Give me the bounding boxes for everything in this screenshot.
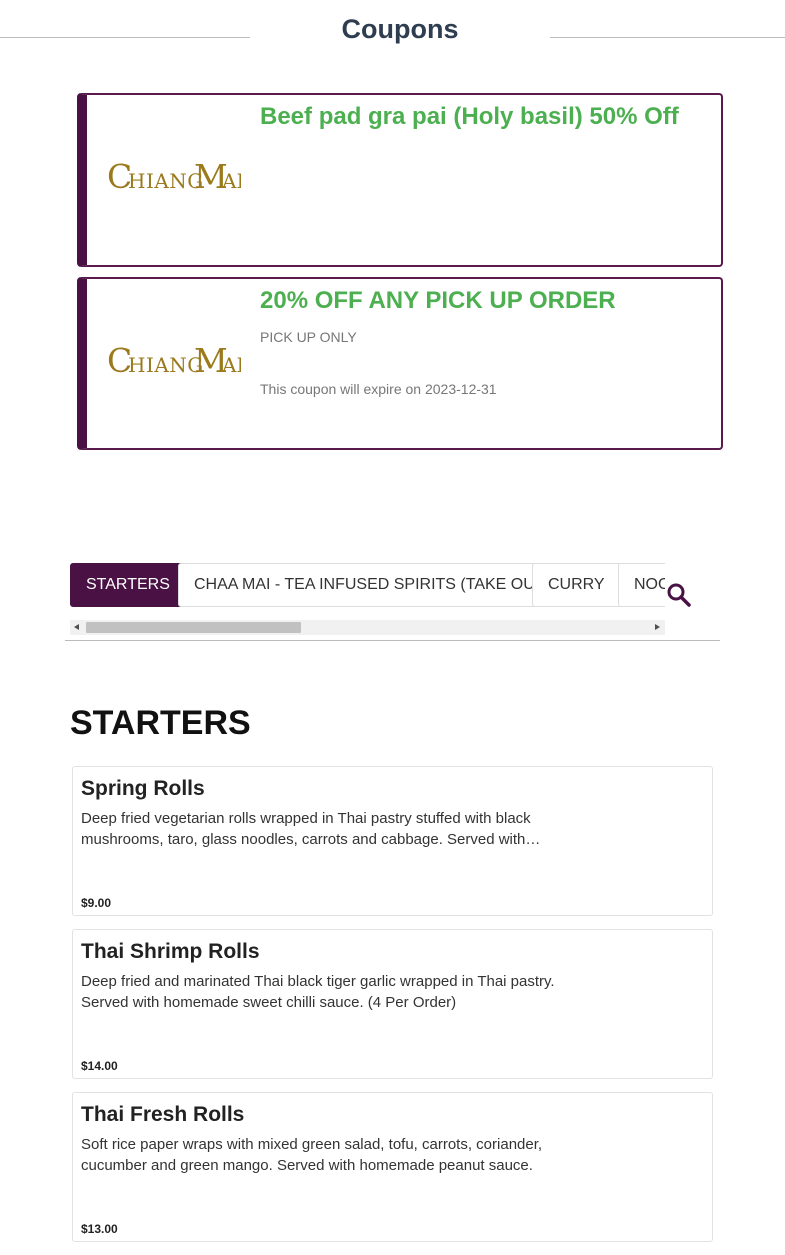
svg-text:AI: AI xyxy=(221,353,241,377)
header-divider-left xyxy=(0,37,250,38)
coupon-expiry: This coupon will expire on 2023-12-31 xyxy=(260,381,497,397)
item-name: Thai Fresh Rolls xyxy=(81,1103,245,1126)
tab-starters[interactable]: STARTERS xyxy=(70,563,186,607)
coupon-title: 20% OFF ANY PICK UP ORDER xyxy=(260,287,616,314)
svg-text:HIANG: HIANG xyxy=(128,353,204,377)
menu-item[interactable]: Spring Rolls Deep fried vegetarian rolls… xyxy=(72,766,713,916)
item-price: $14.00 xyxy=(81,1059,118,1073)
item-description: Deep fried vegetarian rolls wrapped in T… xyxy=(81,810,531,848)
chiang-mai-logo: C HIANG M AI xyxy=(107,159,241,195)
item-price: $9.00 xyxy=(81,896,112,910)
category-tabs: STARTERS CHAA MAI - TEA INFUSED SPIRITS … xyxy=(70,563,665,609)
section-title: STARTERS xyxy=(70,704,251,742)
coupon-card[interactable]: C HIANG M AI 20% OFF ANY PICK UP ORDER P… xyxy=(77,277,723,450)
tabs-scrollbar[interactable] xyxy=(70,620,665,635)
header-divider-right xyxy=(550,37,785,38)
menu-item[interactable]: Thai Fresh Rolls Soft rice paper wraps w… xyxy=(72,1092,713,1242)
item-description: Deep fried and marinated Thai black tige… xyxy=(81,973,555,1011)
item-name: Spring Rolls xyxy=(81,777,205,800)
scroll-right-icon[interactable] xyxy=(655,624,660,630)
item-name: Thai Shrimp Rolls xyxy=(81,940,260,963)
coupon-card[interactable]: C HIANG M AI Beef pad gra pai (Holy basi… xyxy=(77,93,723,267)
coupons-header: Coupons xyxy=(0,0,785,64)
chiang-mai-logo: C HIANG M AI xyxy=(107,343,241,379)
coupons-title: Coupons xyxy=(341,14,459,44)
tab-chaa-mai-tea-infused-spirits[interactable]: CHAA MAI - TEA INFUSED SPIRITS (TAKE OUT… xyxy=(178,563,566,607)
svg-text:HIANG: HIANG xyxy=(128,169,204,193)
scrollbar-thumb[interactable] xyxy=(86,622,301,633)
search-icon[interactable] xyxy=(664,580,694,610)
tab-curry[interactable]: CURRY xyxy=(532,563,621,607)
tabs-divider xyxy=(65,640,720,641)
menu-item[interactable]: Thai Shrimp Rolls Deep fried and marinat… xyxy=(72,929,713,1079)
svg-text:AI: AI xyxy=(221,169,241,193)
item-description: Soft rice paper wraps with mixed green s… xyxy=(81,1136,543,1174)
coupon-description: PICK UP ONLY xyxy=(260,329,357,345)
item-price: $13.00 xyxy=(81,1222,118,1236)
scroll-left-icon[interactable] xyxy=(74,624,79,630)
coupon-title: Beef pad gra pai (Holy basil) 50% Off xyxy=(260,103,679,130)
tab-noodles[interactable]: NOODLES xyxy=(618,563,665,607)
